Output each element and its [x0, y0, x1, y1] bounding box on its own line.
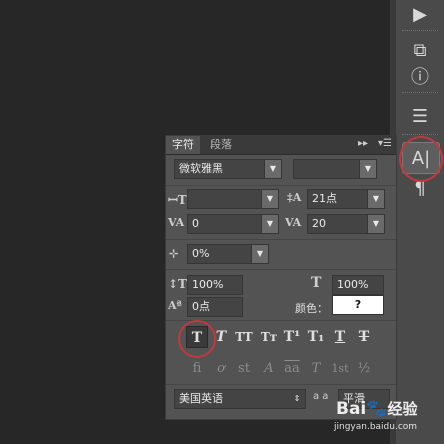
tab-character[interactable]: 字符: [166, 136, 200, 154]
vertical-scale-field[interactable]: 100%: [187, 275, 243, 295]
updown-icon: ⇕: [293, 394, 301, 403]
info-icon[interactable]: ⓘ: [402, 62, 438, 90]
dock-separator: [402, 134, 438, 137]
chevron-down-icon: ▼: [251, 245, 268, 263]
baseline-shift-value: 0点: [192, 300, 210, 313]
horizontal-scale-icon: T: [311, 275, 322, 291]
fractions-button[interactable]: ½: [353, 358, 375, 380]
ligatures-button[interactable]: fi: [186, 358, 208, 380]
baseline-shift-field[interactable]: 0点: [187, 297, 243, 317]
vertical-scale-icon: ↕T: [168, 277, 187, 291]
paw-icon: 🐾: [366, 399, 388, 419]
all-caps-button[interactable]: TT: [233, 326, 255, 348]
subscript-button[interactable]: T₁: [305, 326, 327, 348]
chevron-down-icon: ▼: [359, 160, 376, 178]
panel-dock: ▶ ⧉ ⓘ ☰ A| ¶: [396, 0, 444, 444]
leading-value: 21点: [312, 192, 337, 205]
dock-separator: [402, 92, 438, 95]
dock-separator: [402, 30, 438, 33]
tracking-value: 20: [312, 217, 326, 230]
horizontal-scale-value: 100%: [337, 278, 369, 291]
watermark-brand: Bai: [336, 399, 367, 419]
faux-italic-button[interactable]: T: [210, 326, 232, 348]
properties-icon[interactable]: ☰: [402, 102, 438, 130]
font-style-select[interactable]: ▼: [293, 159, 377, 179]
divider: [166, 320, 396, 321]
baidu-watermark: Bai🐾经验 jingyan.baidu.com: [332, 396, 444, 444]
kerning-field[interactable]: 0 ▼: [187, 214, 279, 234]
underline-button[interactable]: T: [329, 326, 351, 348]
watermark-brand-suffix: 经验: [387, 400, 418, 418]
kerning-value: 0: [192, 217, 199, 230]
chevron-down-icon: ▼: [367, 215, 384, 233]
tracking-field[interactable]: 20 ▼: [307, 214, 385, 234]
swash-button[interactable]: A: [258, 358, 280, 380]
leading-field[interactable]: 21点 ▼: [307, 189, 385, 209]
ordinals-button[interactable]: 1st: [329, 358, 351, 380]
chevron-down-icon: ▼: [261, 190, 278, 208]
kerning-icon: VA: [168, 216, 185, 229]
titling-alternates-button[interactable]: T: [305, 358, 327, 380]
faux-bold-button[interactable]: T: [186, 326, 208, 348]
vertical-scale-value: 100%: [192, 278, 224, 291]
baseline-shift-icon: Aª: [168, 299, 182, 312]
tsume-value: 0%: [192, 247, 210, 260]
paragraph-panel-icon[interactable]: ¶: [402, 174, 438, 202]
chevron-down-icon: ▼: [264, 160, 281, 178]
font-size-icon: ꟷT: [168, 193, 187, 207]
color-swatch[interactable]: ?: [332, 295, 384, 315]
tracking-icon: VA: [285, 216, 302, 229]
chevron-down-icon: ▼: [367, 190, 384, 208]
divider: [166, 185, 396, 186]
divider: [166, 239, 396, 240]
horizontal-scale-field[interactable]: 100%: [332, 275, 384, 295]
tsume-field[interactable]: 0% ▼: [187, 244, 269, 264]
antialias-label: a a: [313, 391, 329, 402]
font-family-select[interactable]: 微软雅黑 ▼: [174, 159, 282, 179]
strikethrough-button[interactable]: T: [353, 326, 375, 348]
leading-icon: ‡A: [287, 191, 302, 204]
divider: [166, 384, 396, 385]
language-value: 美国英语: [179, 392, 223, 405]
old-style-button[interactable]: ơ: [210, 358, 232, 380]
superscript-button[interactable]: T¹: [281, 326, 303, 348]
character-panel-icon[interactable]: A|: [402, 142, 440, 174]
collapse-icon[interactable]: ▸▸: [358, 138, 368, 149]
color-label: 颜色：: [295, 302, 328, 315]
panel-tab-bar: 字符 段落 ▸▸ ▾☰: [166, 136, 396, 155]
play-icon[interactable]: ▶: [402, 0, 438, 28]
character-panel: 字符 段落 ▸▸ ▾☰ 微软雅黑 ▼ ▼ ꟷT ▼ ‡A 21点 ▼ VA 0 …: [165, 135, 397, 420]
divider: [166, 269, 396, 270]
stylistic-alternates-button[interactable]: aa: [281, 358, 303, 380]
chevron-down-icon: ▼: [261, 215, 278, 233]
language-select[interactable]: 美国英语 ⇕: [174, 389, 306, 409]
3d-box-icon[interactable]: ⧉: [402, 36, 438, 64]
tab-paragraph[interactable]: 段落: [204, 136, 238, 154]
font-family-value: 微软雅黑: [179, 162, 223, 175]
small-caps-button[interactable]: Tт: [258, 326, 280, 348]
tsume-icon: ⊹: [169, 247, 179, 260]
panel-menu-icon[interactable]: ▾☰: [378, 138, 392, 149]
watermark-url: jingyan.baidu.com: [334, 422, 418, 432]
font-size-field[interactable]: ▼: [187, 189, 279, 209]
discretionary-ligatures-button[interactable]: st: [233, 358, 255, 380]
